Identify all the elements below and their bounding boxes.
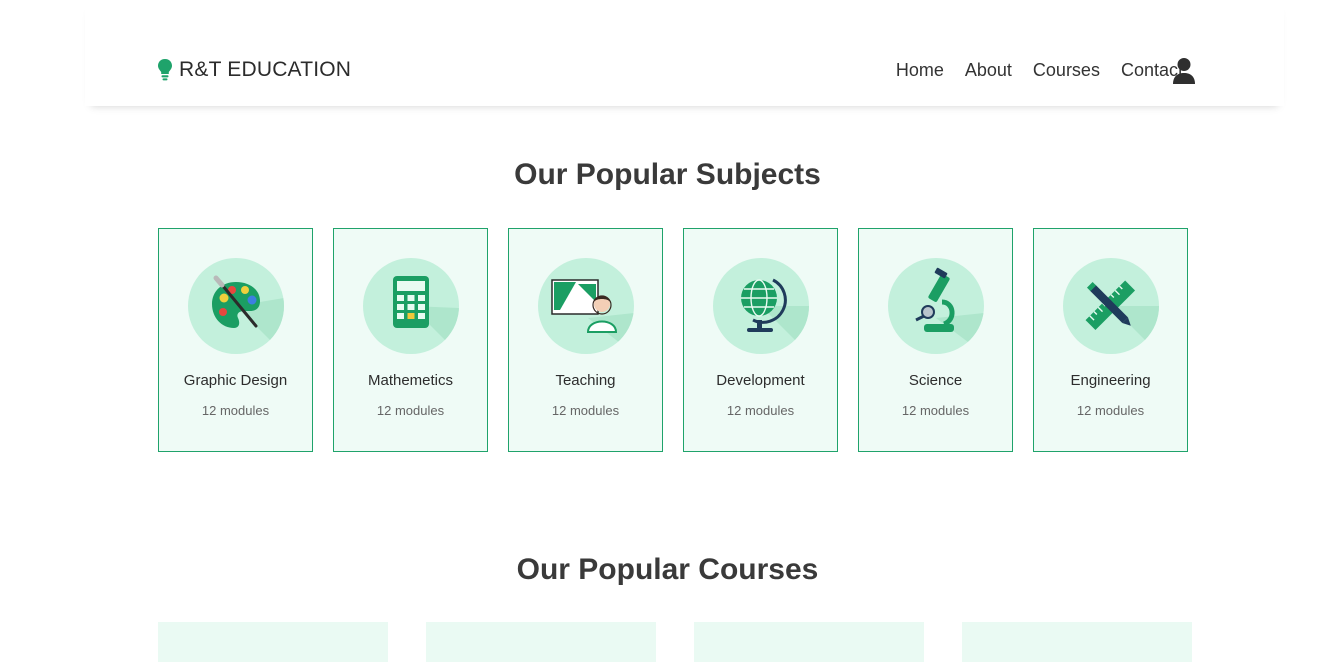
subject-modules: 12 modules xyxy=(376,403,445,418)
nav-home[interactable]: Home xyxy=(896,60,944,81)
subject-name: Graphic Design xyxy=(183,372,288,389)
nav-about[interactable]: About xyxy=(965,60,1012,81)
subject-name: Science xyxy=(908,372,963,389)
subjects-heading: Our Popular Subjects xyxy=(514,158,821,191)
teacher-board-icon xyxy=(537,258,634,354)
course-card[interactable] xyxy=(158,622,388,662)
ruler-pencil-icon xyxy=(1062,258,1159,354)
subject-card-graphic-design[interactable]: Graphic Design 12 modules xyxy=(158,228,313,452)
subjects-list: Graphic Design 12 modules Mathemetics 12… xyxy=(158,228,1188,452)
courses-heading: Our Popular Courses xyxy=(516,553,819,586)
calculator-icon xyxy=(362,258,459,354)
lightbulb-icon xyxy=(158,59,172,81)
nav-courses[interactable]: Courses xyxy=(1033,60,1100,81)
course-card[interactable] xyxy=(694,622,924,662)
subject-card-mathemetics[interactable]: Mathemetics 12 modules xyxy=(333,228,488,452)
subject-card-engineering[interactable]: Engineering 12 modules xyxy=(1033,228,1188,452)
subject-name: Engineering xyxy=(1070,372,1151,389)
subject-card-development[interactable]: Development 12 modules xyxy=(683,228,838,452)
site-header: R&T EDUCATION Home About Courses Contact xyxy=(85,0,1284,106)
brand-logo[interactable]: R&T EDUCATION xyxy=(157,58,351,82)
subject-card-teaching[interactable]: Teaching 12 modules xyxy=(508,228,663,452)
user-icon[interactable] xyxy=(1173,57,1195,85)
course-card[interactable] xyxy=(962,622,1192,662)
subject-modules: 12 modules xyxy=(551,403,620,418)
subject-modules: 12 modules xyxy=(201,403,270,418)
courses-list xyxy=(158,622,1192,662)
subject-card-science[interactable]: Science 12 modules xyxy=(858,228,1013,452)
subject-name: Mathemetics xyxy=(367,372,454,389)
palette-icon xyxy=(187,258,284,354)
microscope-icon xyxy=(887,258,984,354)
subject-name: Teaching xyxy=(555,372,616,389)
subject-name: Development xyxy=(716,372,805,389)
subject-modules: 12 modules xyxy=(901,403,970,418)
brand-name: R&T EDUCATION xyxy=(179,58,352,81)
globe-icon xyxy=(712,258,809,354)
subject-modules: 12 modules xyxy=(726,403,795,418)
course-card[interactable] xyxy=(426,622,656,662)
main-nav: Home About Courses Contact xyxy=(896,60,1183,81)
subject-modules: 12 modules xyxy=(1076,403,1145,418)
